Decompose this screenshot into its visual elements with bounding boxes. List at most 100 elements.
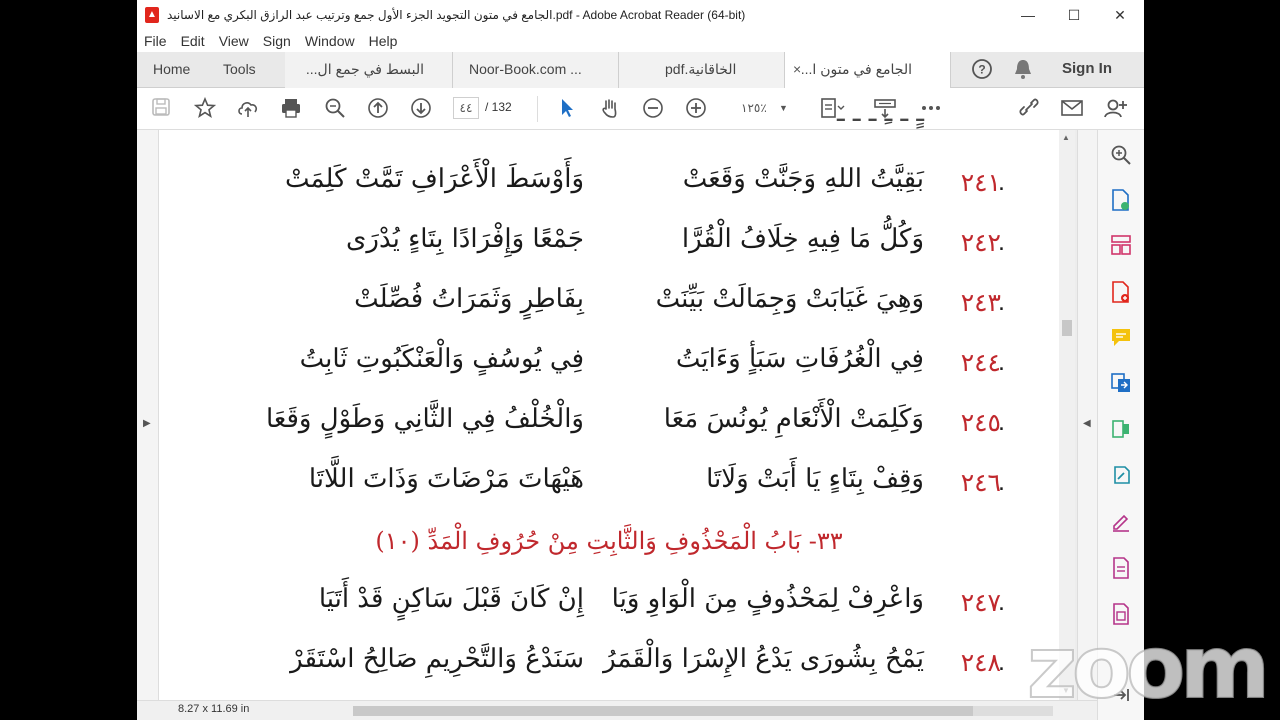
verse-first-hemistich: يَمْحُ بِشُورَى يَدْعُ الإِسْرَا وَالْقَ…: [603, 644, 924, 674]
tab-document-1[interactable]: البسط في جمع ال...: [285, 52, 453, 88]
help-icon[interactable]: ?: [970, 58, 994, 82]
organize-pages-icon[interactable]: [1109, 234, 1133, 258]
edit-pdf-icon[interactable]: [1109, 464, 1133, 488]
verse-second-hemistich: وَالْخُلْفُ فِي الثَّانِي وَطَوْلٍ وَقَع…: [265, 404, 584, 434]
tab-document-2[interactable]: Noor-Book.com ...: [453, 52, 619, 88]
menu-edit[interactable]: Edit: [181, 33, 205, 49]
menu-view[interactable]: View: [219, 33, 249, 49]
verse-number: ٢٤٥: [960, 408, 1001, 437]
verse-line-partial: ـٍ ـَ ـِ ـُ ـْ ـَ: [159, 108, 1059, 138]
menu-window[interactable]: Window: [305, 33, 355, 49]
verse-number: ٢٤٤: [960, 348, 1001, 377]
zoom-watermark-logo: zoom: [1026, 617, 1271, 719]
tab-document-3-label: pdf.الخاقانية: [665, 61, 737, 77]
verse-first-hemistich: وَهِيَ غَيَابَتْ وَجِمَالَتْ بَيِّنَتْ: [655, 284, 924, 314]
verse-line: ٢٤٧ . وَاعْرِفْ لِمَحْذُوفٍ مِنَ الْوَاو…: [159, 582, 1059, 632]
minimize-button[interactable]: —: [1005, 0, 1051, 30]
verse-second-hemistich: هَيْهَاتَ مَرْضَاتَ وَذَاتَ اللَّاتَا: [308, 464, 584, 494]
verse-number: ٢٤٨: [960, 648, 1001, 677]
horizontal-scrollbar[interactable]: [353, 706, 1053, 716]
verse-number: ٢٤٧: [960, 588, 1001, 617]
verse-second-hemistich: بِفَاطِرٍ وَثَمَرَاتُ فُصِّلَتْ: [354, 284, 584, 314]
verse-first-hemistich: فِي الْغُرُفَاتِ سَبَأٍ وَءَايَتُ: [675, 344, 924, 374]
verse-second-hemistich: وَأَوْسَطَ الْأَعْرَافِ تَمَّتْ كَلِمَتْ: [284, 164, 584, 194]
comment-icon[interactable]: [1109, 326, 1133, 350]
combine-files-icon[interactable]: [1109, 372, 1133, 396]
verse-line: ٢٤٣ . وَهِيَ غَيَابَتْ وَجِمَالَتْ بَيِّ…: [159, 282, 1059, 332]
acrobat-window: ▲ الجامع في متون التجويد الجزء الأول جمع…: [137, 0, 1144, 720]
right-pane-toggle[interactable]: ◀: [1077, 130, 1097, 700]
zoom-tool-icon[interactable]: [1109, 144, 1133, 168]
notification-bell-icon[interactable]: [1011, 58, 1035, 82]
verse-line: ٢٤١ . بَقِيَّتُ اللهِ وَجَنَّتْ وَقَعَتْ…: [159, 162, 1059, 212]
verse-first-hemistich: وَكُلُّ مَا فِيهِ خِلَافُ الْقُرَّا: [681, 224, 924, 254]
verse-line: ٢٤٨ . يَمْحُ بِشُورَى يَدْعُ الإِسْرَا و…: [159, 642, 1059, 692]
verse-second-hemistich: إِنْ كَانَ قَبْلَ سَاكِنٍ قَدْ أَتَيَا: [318, 584, 584, 614]
close-button[interactable]: ✕: [1097, 0, 1143, 30]
fill-sign-icon[interactable]: [1109, 510, 1133, 534]
verse-first-hemistich: بَقِيَّتُ اللهِ وَجَنَّتْ وَقَعَتْ: [682, 164, 924, 194]
tab-tools[interactable]: Tools: [207, 52, 285, 88]
verse-number: ٢٤٢: [960, 228, 1001, 257]
verse-first-hemistich: وَقِفْ بِتَاءٍ يَا أَبَتْ وَلَاتَا: [706, 464, 924, 494]
verse-second-hemistich: فِي يُوسُفٍ وَالْعَنْكَبُوتِ ثَابِتُ: [299, 344, 584, 374]
window-title: الجامع في متون التجويد الجزء الأول جمع و…: [167, 8, 746, 22]
verse-dot: .: [998, 648, 1005, 676]
verse-number: ٢٤١: [960, 168, 1001, 197]
tab-home[interactable]: Home: [137, 52, 207, 88]
export-pdf-icon[interactable]: [1109, 188, 1133, 212]
vertical-scroll-thumb[interactable]: [1062, 320, 1072, 336]
svg-text:?: ?: [978, 63, 985, 77]
verse-number: ٢٤٣: [960, 288, 1001, 317]
verse-dot: .: [998, 468, 1005, 496]
sign-in-link[interactable]: Sign In: [1062, 60, 1112, 77]
verse-line: ٢٤٦ . وَقِفْ بِتَاءٍ يَا أَبَتْ وَلَاتَا…: [159, 462, 1059, 512]
verse-line: ٢٤٥ . وَكَلِمَتْ الْأَنْعَامِ يُونُسَ مَ…: [159, 402, 1059, 452]
document-viewer: ▶ ـٍ ـَ ـِ ـُ ـْ ـَ ٢٤١ . بَقِيَّتُ الله…: [137, 108, 1097, 700]
scroll-up-arrow-icon[interactable]: ▲: [1062, 133, 1070, 142]
verse-dot: .: [998, 588, 1005, 616]
menu-file[interactable]: File: [144, 33, 167, 49]
acrobat-app-icon: ▲: [145, 7, 159, 23]
verse-line: ٢٤٢ . وَكُلُّ مَا فِيهِ خِلَافُ الْقُرَّ…: [159, 222, 1059, 272]
verse-dot: .: [998, 408, 1005, 436]
tab-bar: Home Tools البسط في جمع ال... Noor-Book.…: [137, 52, 1144, 89]
left-nav-pane-toggle[interactable]: ▶: [137, 130, 159, 700]
menu-sign[interactable]: Sign: [263, 33, 291, 49]
status-bar: 8.27 x 11.69 in: [137, 700, 1097, 720]
tab-document-4-active[interactable]: الجامع في متون ا... ×: [785, 52, 951, 89]
compress-pdf-icon[interactable]: [1109, 418, 1133, 442]
tab-document-4-label: الجامع في متون ا...: [800, 61, 912, 77]
verse-dot: .: [998, 228, 1005, 256]
horizontal-scroll-thumb[interactable]: [353, 706, 973, 716]
maximize-button[interactable]: ☐: [1051, 0, 1097, 30]
collapse-right-arrow-icon: ◀: [1083, 418, 1091, 429]
partial-hemistich: ـٍ ـَ ـِ ـُ ـْ ـَ: [836, 108, 924, 128]
title-bar: ▲ الجامع في متون التجويد الجزء الأول جمع…: [137, 0, 1144, 30]
page-size-label: 8.27 x 11.69 in: [178, 703, 250, 715]
verse-dot: .: [998, 168, 1005, 196]
tab-document-1-label: البسط في جمع ال...: [305, 61, 424, 77]
pdf-page: ـٍ ـَ ـِ ـُ ـْ ـَ ٢٤١ . بَقِيَّتُ اللهِ …: [159, 108, 1059, 700]
verse-dot: .: [998, 348, 1005, 376]
verse-line: ٢٤٤ . فِي الْغُرُفَاتِ سَبَأٍ وَءَايَتُ …: [159, 342, 1059, 392]
tab-document-3[interactable]: pdf.الخاقانية: [619, 52, 785, 88]
chapter-heading: ٣٣- بَابُ الْمَحْذُوفِ وَالثَّابِتِ مِنْ…: [375, 527, 843, 555]
screen-share-border-left: [0, 0, 137, 720]
verse-first-hemistich: وَاعْرِفْ لِمَحْذُوفٍ مِنَ الْوَاوِ وَيَ…: [611, 584, 924, 614]
verse-number: ٢٤٦: [960, 468, 1001, 497]
email-icon[interactable]: [1060, 97, 1084, 121]
expand-left-arrow-icon: ▶: [143, 418, 151, 429]
verse-second-hemistich: جَمْعًا وَإِفْرَادًا بِتَاءٍ يُدْرَى: [346, 224, 584, 254]
tab-close-icon[interactable]: ×: [793, 52, 801, 86]
tab-document-2-label: Noor-Book.com ...: [469, 61, 582, 77]
menu-bar: File Edit View Sign Window Help: [137, 30, 1144, 52]
screen-share-border-right: [1144, 0, 1280, 720]
vertical-scrollbar[interactable]: ▲ ▼: [1059, 130, 1075, 700]
verse-dot: .: [998, 288, 1005, 316]
add-user-icon[interactable]: [1103, 97, 1127, 121]
menu-help[interactable]: Help: [369, 33, 398, 49]
verse-first-hemistich: وَكَلِمَتْ الْأَنْعَامِ يُونُسَ مَعَا: [663, 404, 924, 434]
protect-pdf-icon[interactable]: [1109, 556, 1133, 580]
create-pdf-icon[interactable]: [1109, 280, 1133, 304]
